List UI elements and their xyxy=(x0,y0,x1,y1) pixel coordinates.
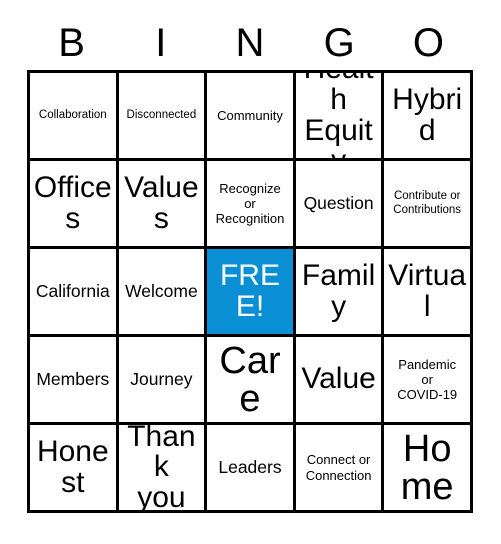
bingo-grid: Collaboration Disconnected Community Health… xyxy=(27,70,473,513)
header-letter-n: N xyxy=(235,21,265,65)
bingo-cell[interactable]: Leaders xyxy=(207,425,293,510)
header-letter-b: B xyxy=(58,21,85,65)
bingo-cell-label: Health Equity xyxy=(304,73,374,158)
header-letter-g: G xyxy=(323,21,355,65)
bingo-cell-free-space[interactable]: FREE! xyxy=(207,249,293,334)
bingo-cell-label: Care xyxy=(219,339,281,420)
bingo-cell[interactable]: Health Equity xyxy=(295,73,382,158)
bingo-cell-label: Home xyxy=(400,427,454,508)
bingo-cell-label: Leaders xyxy=(218,456,282,477)
bingo-cell-label: Values xyxy=(124,170,199,235)
bingo-cell[interactable]: Honest xyxy=(30,425,116,510)
bingo-cell[interactable]: Collaboration xyxy=(30,73,116,158)
bingo-cell-label: Recognize or Recognition xyxy=(215,180,285,227)
bingo-cell[interactable]: Values xyxy=(118,161,205,246)
bingo-cell-label: Honest xyxy=(36,434,109,499)
bingo-cell[interactable]: Connect or Connection xyxy=(295,425,382,510)
bingo-cell[interactable]: Contribute or Contributions xyxy=(384,161,470,246)
bingo-cell-label: California xyxy=(35,280,110,301)
bingo-cell-label: Hybrid xyxy=(392,82,463,147)
bingo-cell-label: Contribute or Contributions xyxy=(393,189,462,216)
bingo-cell[interactable]: Care xyxy=(207,337,293,422)
bingo-cell[interactable]: Value xyxy=(295,337,382,422)
bingo-cell[interactable]: Question xyxy=(295,161,382,246)
bingo-header-row: B I N G O xyxy=(27,16,473,70)
bingo-cell-label: Journey xyxy=(130,368,193,389)
header-letter-o: O xyxy=(412,21,444,65)
header-letter-i: I xyxy=(155,21,167,65)
bingo-cell[interactable]: Members xyxy=(30,337,116,422)
bingo-cell[interactable]: Recognize or Recognition xyxy=(207,161,293,246)
bingo-cell-label: Welcome xyxy=(125,280,198,301)
bingo-cell-label: Virtual xyxy=(388,258,467,323)
bingo-cell-label: Pandemic or COVID-19 xyxy=(397,356,458,403)
bingo-cell-label: Connect or Connection xyxy=(305,452,372,483)
bingo-cell-label: Thank you xyxy=(127,425,196,510)
bingo-cell[interactable]: Welcome xyxy=(118,249,205,334)
bingo-cell-label: FREE! xyxy=(219,258,280,323)
bingo-cell[interactable]: Thank you xyxy=(118,425,205,510)
bingo-cell[interactable]: Disconnected xyxy=(118,73,205,158)
bingo-cell-label: Members xyxy=(36,368,110,389)
bingo-card: B I N G O Collaboration Disconnected Commu… xyxy=(0,0,501,544)
bingo-cell-label: Community xyxy=(217,107,283,123)
bingo-cell-label: Question xyxy=(303,192,374,213)
bingo-cell[interactable]: Journey xyxy=(118,337,205,422)
bingo-cell-label: Value xyxy=(301,362,376,396)
bingo-cell-label: Disconnected xyxy=(126,108,197,121)
bingo-cell[interactable]: Home xyxy=(384,425,470,510)
bingo-cell-label: Collaboration xyxy=(38,108,107,121)
bingo-cell[interactable]: California xyxy=(30,249,116,334)
bingo-cell-label: Offices xyxy=(33,170,112,235)
bingo-cell[interactable]: Virtual xyxy=(384,249,470,334)
bingo-cell[interactable]: Pandemic or COVID-19 xyxy=(384,337,470,422)
bingo-cell[interactable]: Community xyxy=(207,73,293,158)
bingo-cell-label: Family xyxy=(301,258,376,323)
bingo-cell[interactable]: Offices xyxy=(30,161,116,246)
bingo-cell[interactable]: Hybrid xyxy=(384,73,470,158)
bingo-cell[interactable]: Family xyxy=(295,249,382,334)
